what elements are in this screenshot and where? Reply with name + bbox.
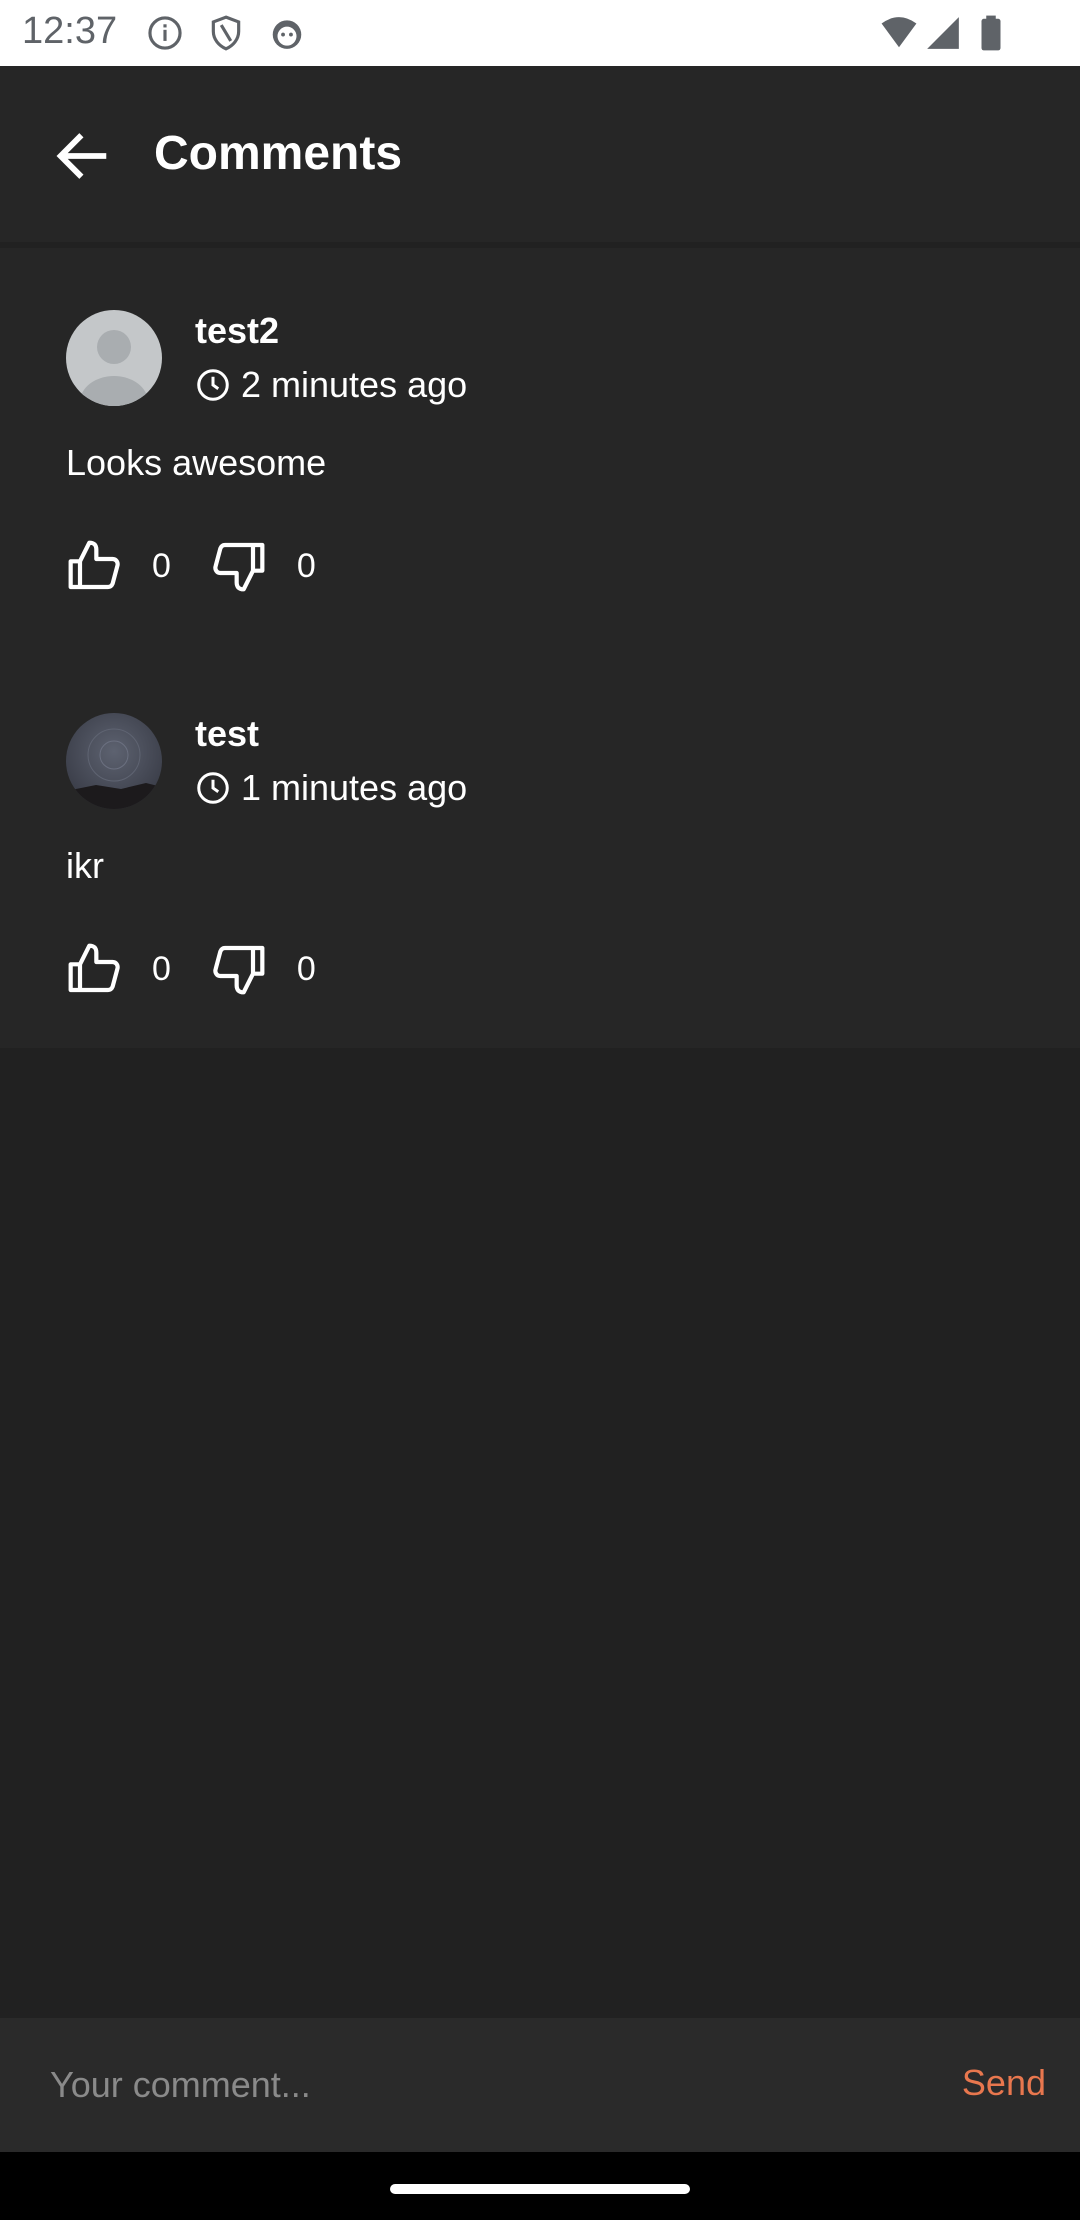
comment-timestamp: 1 minutes ago <box>241 767 468 808</box>
arrow-left-icon <box>56 133 107 179</box>
comment-body: ikr <box>66 845 104 886</box>
like-button[interactable] <box>66 941 126 997</box>
vote-row: 0 0 <box>66 538 356 594</box>
avatar[interactable] <box>66 310 162 406</box>
comment-list: test2 2 minutes ago Looks awesome 0 0 te… <box>0 248 1080 1048</box>
page-title: Comments <box>154 127 403 180</box>
dislike-count: 0 <box>296 949 316 988</box>
comment-item: test2 2 minutes ago Looks awesome 0 0 <box>0 248 1080 648</box>
photo-avatar-icon <box>66 713 162 809</box>
shield-icon <box>207 14 245 52</box>
thumbs-up-icon <box>68 943 120 993</box>
like-count: 0 <box>152 949 171 988</box>
comment-time: 1 minutes ago <box>195 766 467 810</box>
signal-icon <box>924 14 962 52</box>
home-indicator[interactable] <box>390 2184 690 2194</box>
wifi-icon <box>880 14 918 52</box>
dislike-button[interactable] <box>211 941 271 997</box>
comment-item: test 1 minutes ago ikr 0 0 <box>0 651 1080 1051</box>
thumbs-down-icon <box>213 542 265 592</box>
status-time: 12:37 <box>22 10 118 52</box>
info-icon <box>146 14 184 52</box>
thumbs-down-icon <box>213 945 265 995</box>
app-bar: Comments <box>0 66 1080 242</box>
back-button[interactable] <box>50 124 114 188</box>
avatar[interactable] <box>66 713 162 809</box>
navigation-bar <box>0 2152 1080 2220</box>
comment-author[interactable]: test2 <box>195 310 279 352</box>
dislike-count: 0 <box>296 546 316 585</box>
like-button[interactable] <box>66 538 126 594</box>
battery-icon <box>972 14 1010 52</box>
comment-author[interactable]: test <box>195 713 259 755</box>
dislike-button[interactable] <box>211 538 271 594</box>
like-count: 0 <box>152 546 171 585</box>
thumbs-up-icon <box>68 540 120 590</box>
send-button[interactable]: Send <box>962 2062 1046 2104</box>
comment-time: 2 minutes ago <box>195 363 467 407</box>
comment-body: Looks awesome <box>66 442 327 483</box>
status-bar: 12:37 <box>0 0 1080 66</box>
comment-input[interactable] <box>50 2048 910 2122</box>
comment-input-bar: Send <box>0 2018 1080 2152</box>
clock-icon <box>195 770 231 806</box>
cat-icon <box>268 14 306 52</box>
comment-timestamp: 2 minutes ago <box>241 364 468 405</box>
clock-icon <box>195 367 231 403</box>
vote-row: 0 0 <box>66 941 356 997</box>
default-avatar-icon <box>66 310 162 406</box>
